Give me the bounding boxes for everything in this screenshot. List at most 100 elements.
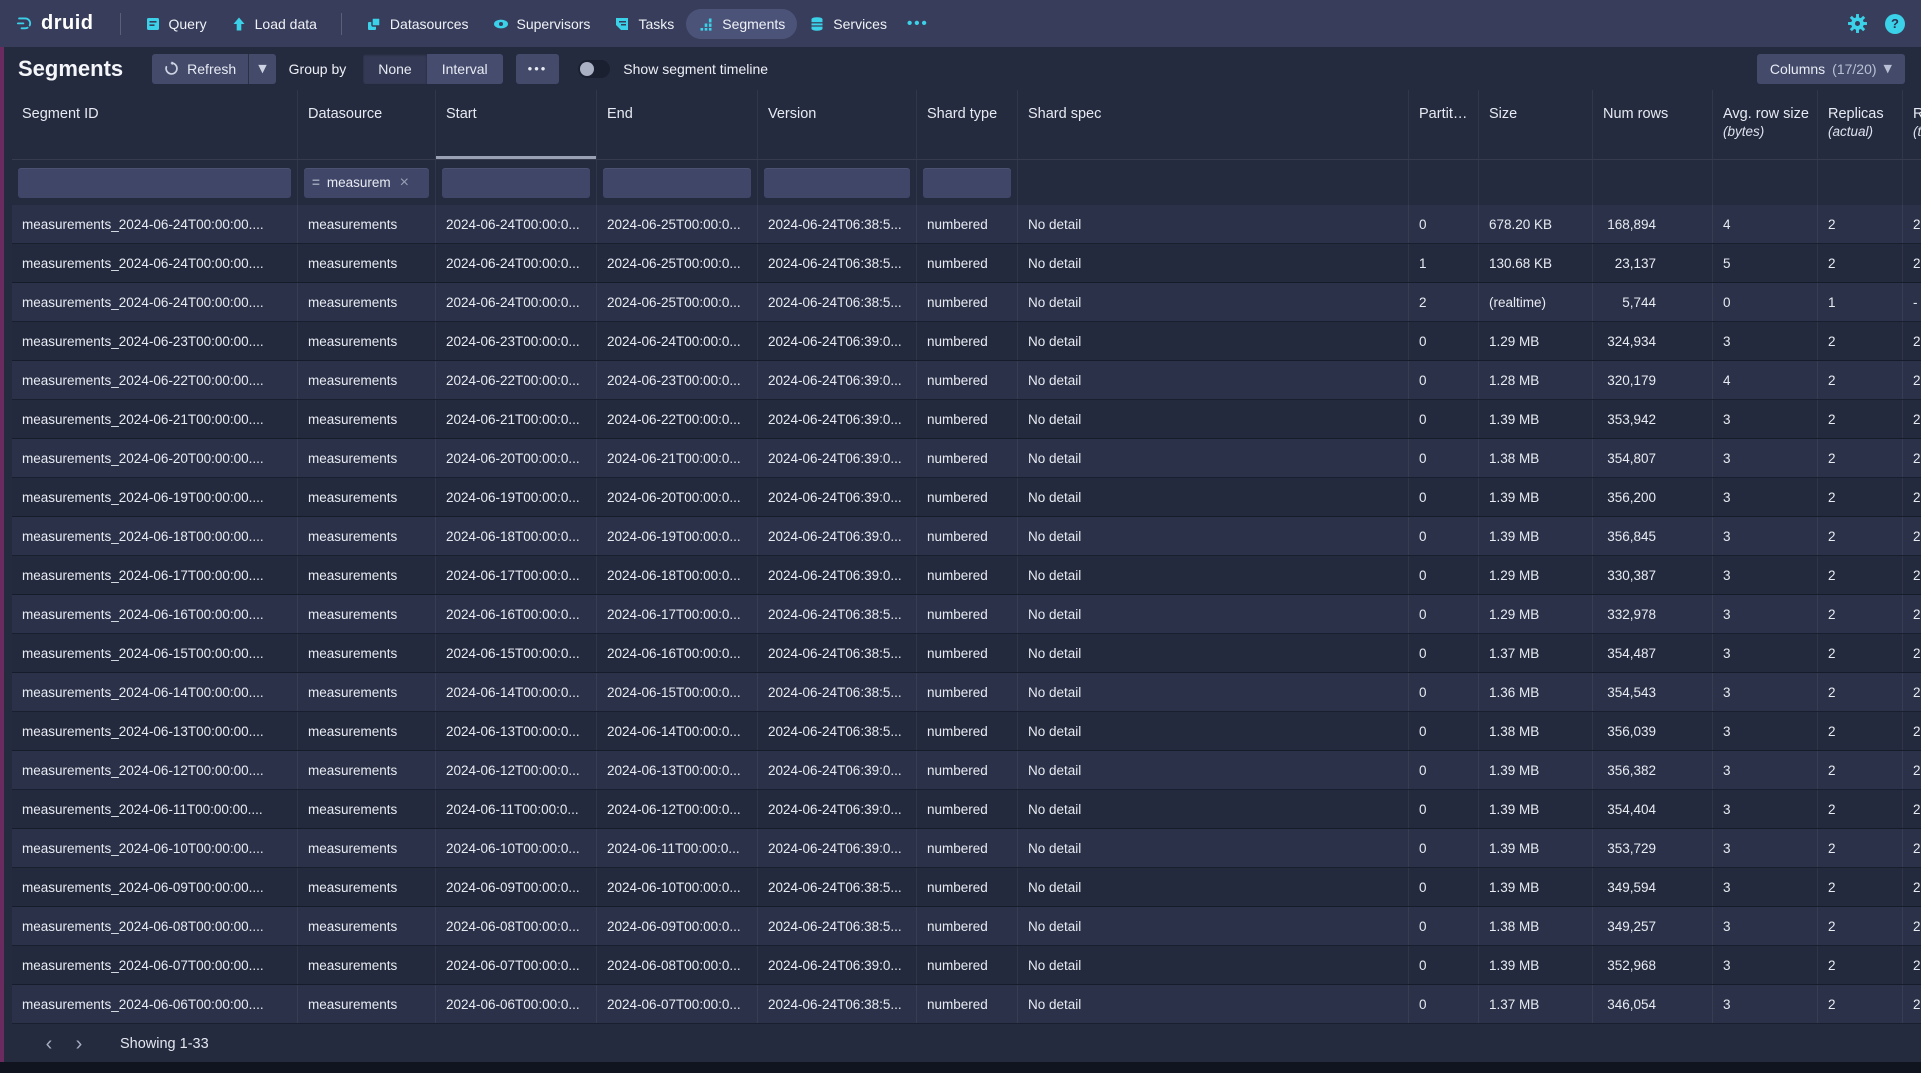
cell-partition[interactable]: 0: [1408, 790, 1478, 828]
cell-avg-row-size[interactable]: 3: [1712, 790, 1817, 828]
cell-shard-type[interactable]: numbered: [916, 907, 1017, 945]
cell-replicas[interactable]: 2: [1817, 712, 1902, 750]
cell-version[interactable]: 2024-06-24T06:39:0...: [757, 400, 916, 438]
cell-size[interactable]: 678.20 KB: [1478, 205, 1592, 243]
cell-shard-type[interactable]: numbered: [916, 985, 1017, 1023]
cell-partition[interactable]: 0: [1408, 478, 1478, 516]
cell-version[interactable]: 2024-06-24T06:38:5...: [757, 595, 916, 633]
cell-size[interactable]: 1.29 MB: [1478, 322, 1592, 360]
cell-id[interactable]: measurements_2024-06-24T00:00:00....: [12, 205, 297, 243]
cell-version[interactable]: 2024-06-24T06:39:0...: [757, 361, 916, 399]
cell-replication[interactable]: 2: [1902, 244, 1921, 282]
cell-shard-spec[interactable]: No detail: [1017, 829, 1408, 867]
cell-size[interactable]: 1.39 MB: [1478, 790, 1592, 828]
cell-avg-row-size[interactable]: 3: [1712, 985, 1817, 1023]
cell-datasource[interactable]: measurements: [297, 790, 435, 828]
column-header-num-rows[interactable]: Num rows: [1592, 90, 1712, 159]
cell-shard-spec[interactable]: No detail: [1017, 595, 1408, 633]
cell-size[interactable]: 1.38 MB: [1478, 712, 1592, 750]
cell-partition[interactable]: 0: [1408, 751, 1478, 789]
cell-avg-row-size[interactable]: 3: [1712, 712, 1817, 750]
cell-replicas[interactable]: 2: [1817, 517, 1902, 555]
cell-shard-type[interactable]: numbered: [916, 244, 1017, 282]
cell-end[interactable]: 2024-06-08T00:00:0...: [596, 946, 757, 984]
cell-shard-type[interactable]: numbered: [916, 517, 1017, 555]
cell-shard-spec[interactable]: No detail: [1017, 751, 1408, 789]
cell-shard-spec[interactable]: No detail: [1017, 517, 1408, 555]
cell-avg-row-size[interactable]: 3: [1712, 751, 1817, 789]
cell-replication[interactable]: 2: [1902, 439, 1921, 477]
cell-num-rows[interactable]: 332,978: [1592, 595, 1712, 633]
cell-end[interactable]: 2024-06-11T00:00:0...: [596, 829, 757, 867]
cell-shard-type[interactable]: numbered: [916, 556, 1017, 594]
cell-shard-type[interactable]: numbered: [916, 829, 1017, 867]
cell-end[interactable]: 2024-06-18T00:00:0...: [596, 556, 757, 594]
column-header-size[interactable]: Size: [1478, 90, 1592, 159]
cell-version[interactable]: 2024-06-24T06:38:5...: [757, 985, 916, 1023]
cell-shard-spec[interactable]: No detail: [1017, 673, 1408, 711]
cell-avg-row-size[interactable]: 3: [1712, 556, 1817, 594]
cell-datasource[interactable]: measurements: [297, 634, 435, 672]
cell-size[interactable]: 130.68 KB: [1478, 244, 1592, 282]
cell-partition[interactable]: 0: [1408, 985, 1478, 1023]
cell-shard-spec[interactable]: No detail: [1017, 322, 1408, 360]
cell-end[interactable]: 2024-06-14T00:00:0...: [596, 712, 757, 750]
cell-partition[interactable]: 1: [1408, 244, 1478, 282]
cell-replicas[interactable]: 2: [1817, 751, 1902, 789]
cell-size[interactable]: 1.37 MB: [1478, 985, 1592, 1023]
cell-avg-row-size[interactable]: 3: [1712, 868, 1817, 906]
cell-version[interactable]: 2024-06-24T06:38:5...: [757, 244, 916, 282]
cell-num-rows[interactable]: 168,894: [1592, 205, 1712, 243]
cell-end[interactable]: 2024-06-12T00:00:0...: [596, 790, 757, 828]
cell-size[interactable]: 1.29 MB: [1478, 595, 1592, 633]
cell-partition[interactable]: 0: [1408, 946, 1478, 984]
cell-partition[interactable]: 0: [1408, 712, 1478, 750]
cell-size[interactable]: 1.39 MB: [1478, 868, 1592, 906]
cell-avg-row-size[interactable]: 5: [1712, 244, 1817, 282]
cell-version[interactable]: 2024-06-24T06:39:0...: [757, 556, 916, 594]
cell-avg-row-size[interactable]: 3: [1712, 634, 1817, 672]
cell-datasource[interactable]: measurements: [297, 946, 435, 984]
column-header-version[interactable]: Version: [757, 90, 916, 159]
cell-replication[interactable]: 2: [1902, 595, 1921, 633]
cell-size[interactable]: (realtime): [1478, 283, 1592, 321]
cell-version[interactable]: 2024-06-24T06:39:0...: [757, 478, 916, 516]
cell-partition[interactable]: 0: [1408, 439, 1478, 477]
cell-shard-spec[interactable]: No detail: [1017, 283, 1408, 321]
cell-size[interactable]: 1.39 MB: [1478, 478, 1592, 516]
cell-start[interactable]: 2024-06-07T00:00:0...: [435, 946, 596, 984]
cell-partition[interactable]: 0: [1408, 829, 1478, 867]
cell-shard-spec[interactable]: No detail: [1017, 244, 1408, 282]
nav-overflow-button[interactable]: •••: [899, 9, 937, 38]
cell-start[interactable]: 2024-06-14T00:00:0...: [435, 673, 596, 711]
cell-num-rows[interactable]: 353,942: [1592, 400, 1712, 438]
cell-shard-spec[interactable]: No detail: [1017, 790, 1408, 828]
cell-partition[interactable]: 0: [1408, 205, 1478, 243]
cell-version[interactable]: 2024-06-24T06:39:0...: [757, 322, 916, 360]
cell-size[interactable]: 1.37 MB: [1478, 634, 1592, 672]
cell-num-rows[interactable]: 353,729: [1592, 829, 1712, 867]
cell-avg-row-size[interactable]: 3: [1712, 829, 1817, 867]
cell-replicas[interactable]: 2: [1817, 361, 1902, 399]
cell-shard-spec[interactable]: No detail: [1017, 556, 1408, 594]
cell-version[interactable]: 2024-06-24T06:38:5...: [757, 673, 916, 711]
cell-id[interactable]: measurements_2024-06-23T00:00:00....: [12, 322, 297, 360]
filter-input-end[interactable]: [603, 168, 751, 198]
cell-num-rows[interactable]: 324,934: [1592, 322, 1712, 360]
cell-replicas[interactable]: 2: [1817, 868, 1902, 906]
cell-id[interactable]: measurements_2024-06-07T00:00:00....: [12, 946, 297, 984]
cell-replication[interactable]: -: [1902, 283, 1921, 321]
cell-version[interactable]: 2024-06-24T06:38:5...: [757, 868, 916, 906]
group-by-interval-button[interactable]: Interval: [427, 54, 503, 84]
cell-end[interactable]: 2024-06-19T00:00:0...: [596, 517, 757, 555]
cell-start[interactable]: 2024-06-06T00:00:0...: [435, 985, 596, 1023]
cell-replicas[interactable]: 2: [1817, 829, 1902, 867]
cell-version[interactable]: 2024-06-24T06:39:0...: [757, 751, 916, 789]
cell-datasource[interactable]: measurements: [297, 439, 435, 477]
cell-end[interactable]: 2024-06-25T00:00:0...: [596, 205, 757, 243]
cell-partition[interactable]: 0: [1408, 907, 1478, 945]
cell-replication[interactable]: 2: [1902, 361, 1921, 399]
cell-end[interactable]: 2024-06-20T00:00:0...: [596, 478, 757, 516]
cell-id[interactable]: measurements_2024-06-12T00:00:00....: [12, 751, 297, 789]
cell-replicas[interactable]: 2: [1817, 439, 1902, 477]
